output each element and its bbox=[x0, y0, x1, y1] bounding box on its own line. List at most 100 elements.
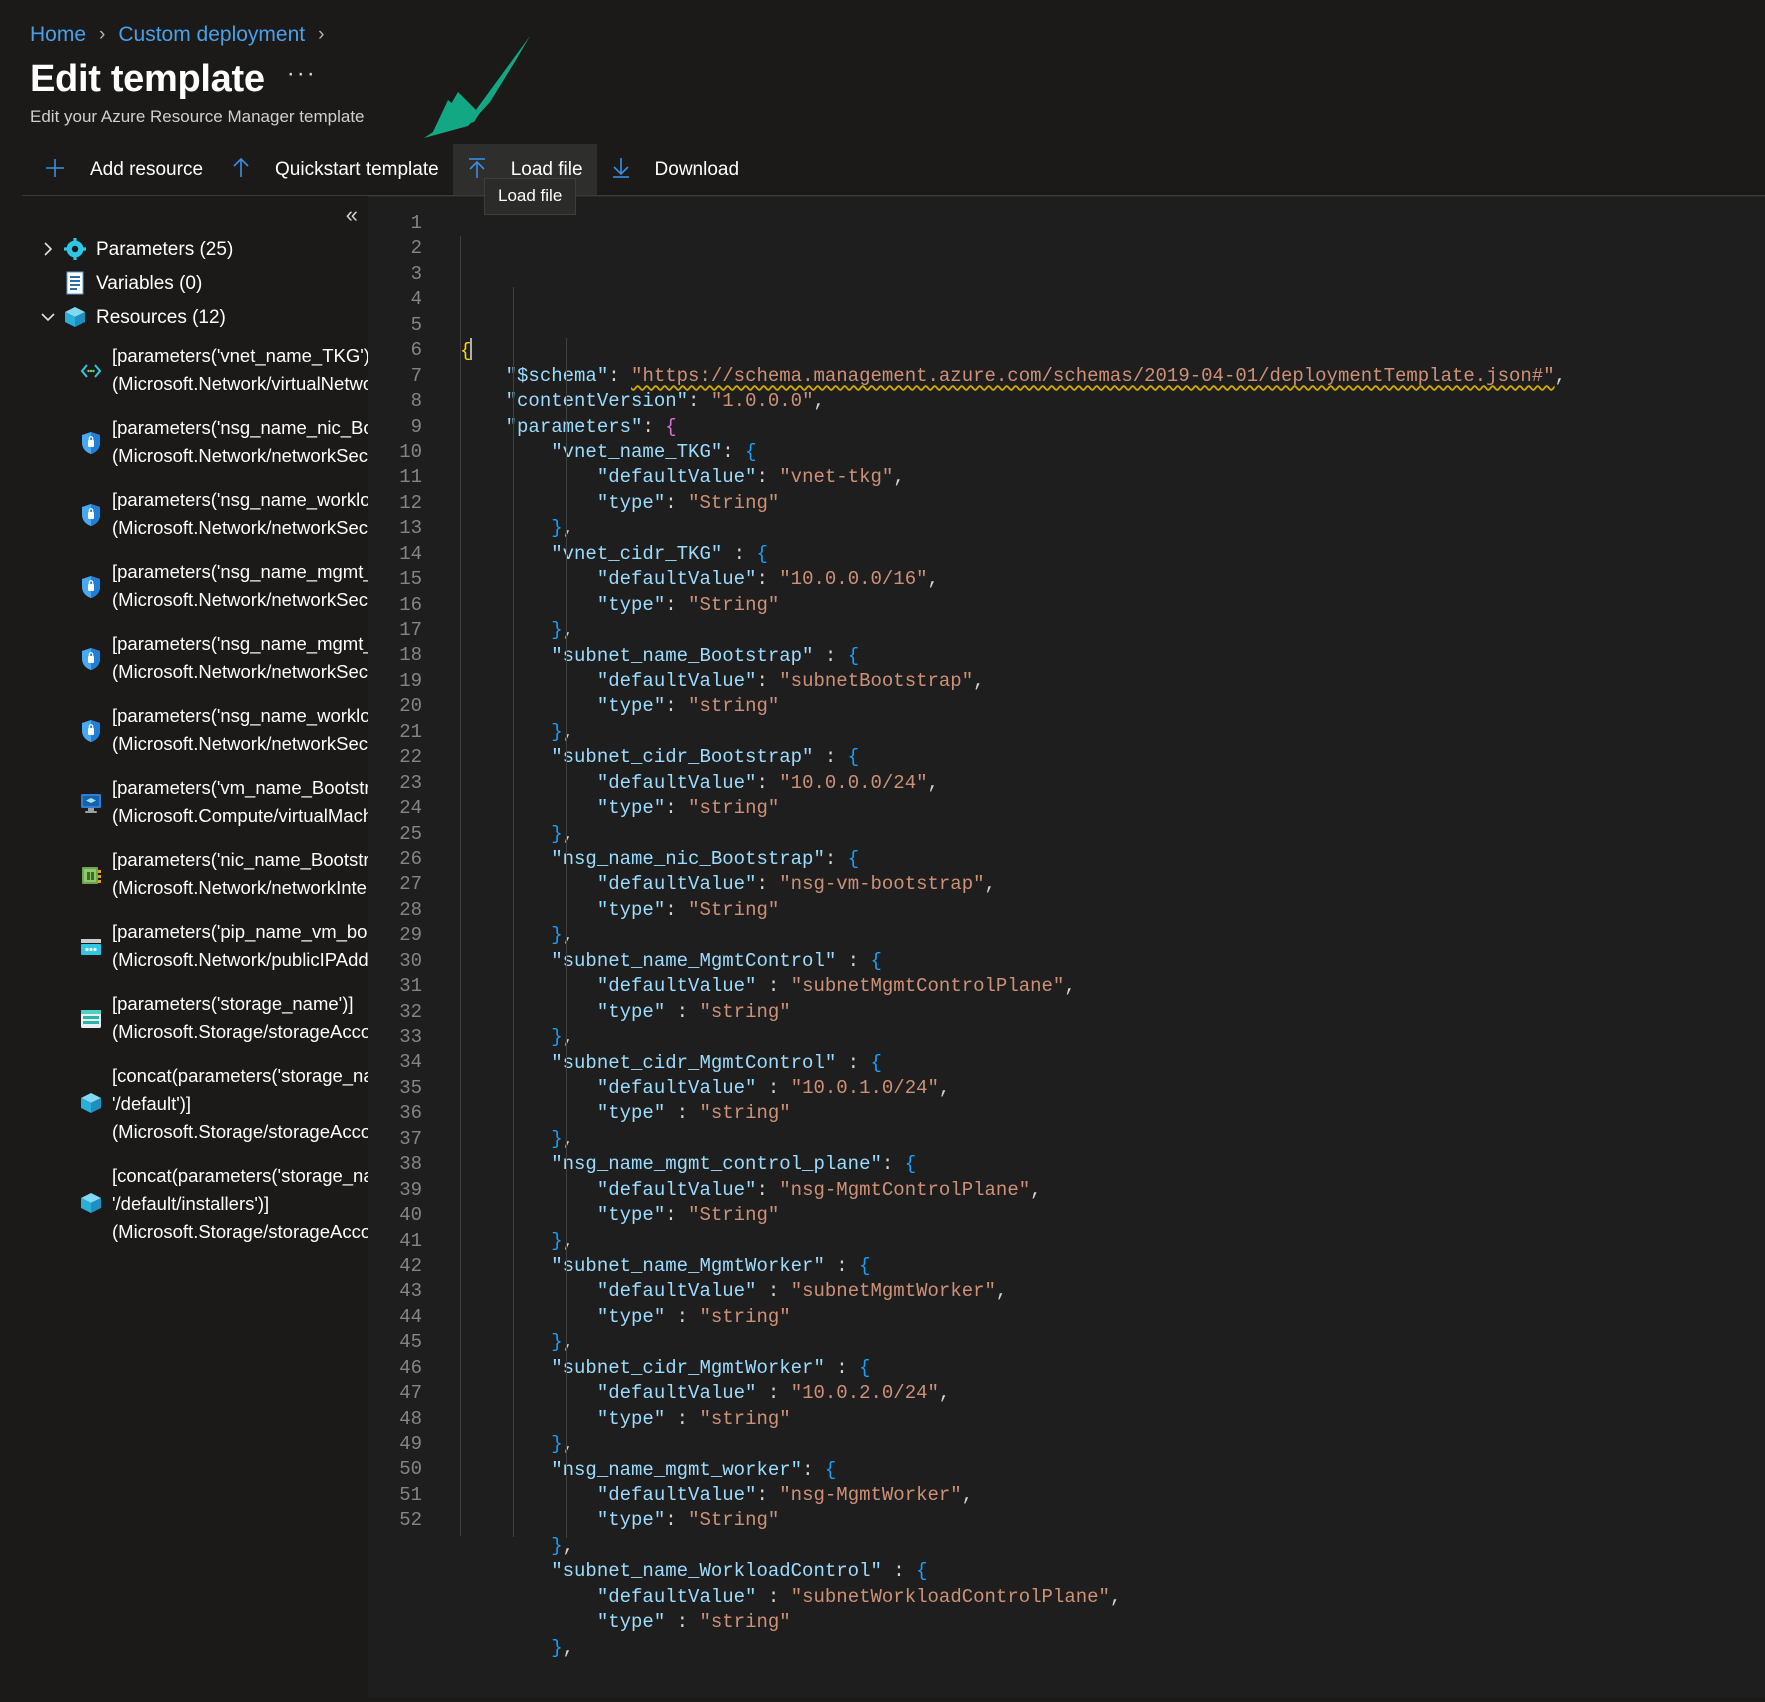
code-line[interactable]: "nsg_name_nic_Bootstrap": { bbox=[460, 847, 1765, 872]
code-line[interactable]: "defaultValue": "vnet-tkg", bbox=[460, 465, 1765, 490]
code-line[interactable]: "subnet_name_MgmtWorker" : { bbox=[460, 1254, 1765, 1279]
resource-tree-item[interactable]: [parameters('pip_name_vm_bootst (Microsof… bbox=[0, 910, 368, 982]
code-token: : bbox=[665, 1407, 700, 1430]
code-line[interactable]: "type" : "string" bbox=[460, 1305, 1765, 1330]
code-line[interactable]: "defaultValue": "nsg-MgmtControlPlane", bbox=[460, 1178, 1765, 1203]
code-line[interactable]: "subnet_name_Bootstrap" : { bbox=[460, 644, 1765, 669]
code-line[interactable]: "subnet_cidr_Bootstrap" : { bbox=[460, 745, 1765, 770]
resource-tree-item[interactable]: [parameters('nsg_name_workload_ (Microsof… bbox=[0, 478, 368, 550]
code-line[interactable]: "type": "String" bbox=[460, 1203, 1765, 1228]
code-line[interactable]: "type": "String" bbox=[460, 898, 1765, 923]
tree-node-resources[interactable]: Resources (12) bbox=[0, 300, 368, 334]
code-token: , bbox=[961, 1483, 974, 1506]
code-line[interactable]: "vnet_cidr_TKG" : { bbox=[460, 542, 1765, 567]
code-line[interactable]: }, bbox=[460, 923, 1765, 948]
resource-tree-item[interactable]: [parameters('nsg_name_mgmt_cor (Microsoft… bbox=[0, 550, 368, 622]
chevron-right-icon[interactable] bbox=[36, 240, 60, 258]
code-editor[interactable]: 1 2 3 4 5 6 7 8 9 10 11 12 13 14 15 16 17 18 19 20 21 22 23 24 2… bbox=[368, 196, 1765, 1698]
code-token: { bbox=[665, 415, 677, 438]
line-number: 42 bbox=[399, 1254, 422, 1277]
tree-node-variables[interactable]: Variables (0) bbox=[0, 266, 368, 300]
code-token: : bbox=[756, 873, 780, 896]
resource-tree-item[interactable]: [parameters('nsg_name_nic_Bootst (Microso… bbox=[0, 406, 368, 478]
code-line[interactable]: "defaultValue": "10.0.0.0/16", bbox=[460, 567, 1765, 592]
resource-tree-item[interactable]: [parameters('vm_name_Bootstrap' (Microsof… bbox=[0, 766, 368, 838]
code-line[interactable]: "vnet_name_TKG": { bbox=[460, 440, 1765, 465]
code-line[interactable]: }, bbox=[460, 1534, 1765, 1559]
code-line[interactable]: }, bbox=[460, 822, 1765, 847]
code-line[interactable]: { bbox=[460, 338, 1765, 363]
code-line[interactable]: "defaultValue" : "10.0.1.0/24", bbox=[460, 1076, 1765, 1101]
download-icon bbox=[611, 156, 643, 184]
code-line[interactable]: "defaultValue" : "subnetWorkloadControlP… bbox=[460, 1585, 1765, 1610]
breadcrumb-item-home[interactable]: Home bbox=[30, 23, 86, 47]
code-line[interactable]: "defaultValue" : "10.0.2.0/24", bbox=[460, 1381, 1765, 1406]
resource-tree-item[interactable]: [parameters('vnet_name_TKG')] (Microsoft.… bbox=[0, 334, 368, 406]
code-line[interactable]: }, bbox=[460, 1330, 1765, 1355]
code-line[interactable]: "defaultValue" : "subnetMgmtControlPlane… bbox=[460, 974, 1765, 999]
code-line[interactable]: "defaultValue": "10.0.0.0/24", bbox=[460, 771, 1765, 796]
code-token: "nsg_name_mgmt_worker" bbox=[551, 1458, 803, 1481]
resource-tree-item[interactable]: [concat(parameters('storage_name '/defaul… bbox=[0, 1054, 368, 1154]
code-line[interactable]: }, bbox=[460, 1025, 1765, 1050]
code-line[interactable]: "defaultValue" : "subnetMgmtWorker", bbox=[460, 1279, 1765, 1304]
resource-tree-item[interactable]: [parameters('nsg_name_mgmt_wo (Microsoft.… bbox=[0, 622, 368, 694]
code-token: "vnet_name_TKG" bbox=[551, 441, 723, 464]
code-token: , bbox=[562, 1229, 575, 1252]
code-line[interactable]: "defaultValue": "nsg-MgmtWorker", bbox=[460, 1483, 1765, 1508]
code-line[interactable]: "parameters": { bbox=[460, 415, 1765, 440]
more-options-icon[interactable]: ··· bbox=[287, 61, 317, 91]
code-line[interactable]: "subnet_name_WorkloadControl" : { bbox=[460, 1559, 1765, 1584]
code-line[interactable]: "subnet_cidr_MgmtWorker" : { bbox=[460, 1356, 1765, 1381]
document-icon bbox=[62, 270, 88, 296]
editor-code-area[interactable]: { "$schema": "https://schema.management.… bbox=[438, 211, 1765, 1661]
code-line[interactable]: "type" : "string" bbox=[460, 1101, 1765, 1126]
code-token: "String" bbox=[688, 1204, 780, 1227]
code-line[interactable]: "type" : "string" bbox=[460, 1610, 1765, 1635]
code-line[interactable]: "type" : "string" bbox=[460, 1000, 1765, 1025]
code-line[interactable]: "type": "String" bbox=[460, 491, 1765, 516]
breadcrumb-item-custom-deployment[interactable]: Custom deployment bbox=[118, 23, 305, 47]
code-token: "type" bbox=[596, 1204, 666, 1227]
code-line[interactable]: }, bbox=[460, 1432, 1765, 1457]
code-line[interactable]: "type": "String" bbox=[460, 1508, 1765, 1533]
code-line[interactable]: "type": "string" bbox=[460, 694, 1765, 719]
resource-tree-item[interactable]: [concat(parameters('storage_name '/defaul… bbox=[0, 1154, 368, 1254]
chevron-down-icon[interactable] bbox=[36, 310, 60, 324]
code-line[interactable]: "nsg_name_mgmt_worker": { bbox=[460, 1458, 1765, 1483]
code-line[interactable]: "subnet_name_MgmtControl" : { bbox=[460, 949, 1765, 974]
code-line[interactable]: "type" : "string" bbox=[460, 1407, 1765, 1432]
code-line[interactable]: }, bbox=[460, 1636, 1765, 1661]
resource-label-line: (Microsoft.Network/networkSecuri bbox=[112, 445, 368, 466]
code-line[interactable]: "defaultValue": "nsg-vm-bootstrap", bbox=[460, 872, 1765, 897]
line-number: 12 bbox=[399, 491, 422, 514]
code-line[interactable]: }, bbox=[460, 516, 1765, 541]
editor-scrollbar[interactable] bbox=[1751, 197, 1765, 1698]
code-line[interactable]: "type": "String" bbox=[460, 593, 1765, 618]
code-line[interactable]: }, bbox=[460, 1127, 1765, 1152]
quickstart-template-button[interactable]: Quickstart template bbox=[217, 144, 453, 196]
code-line[interactable]: }, bbox=[460, 618, 1765, 643]
code-line[interactable]: "$schema": "https://schema.management.az… bbox=[460, 364, 1765, 389]
add-resource-button[interactable]: Add resource bbox=[30, 144, 217, 196]
collapse-panel-icon[interactable]: « bbox=[346, 204, 358, 226]
code-line[interactable]: "subnet_cidr_MgmtControl" : { bbox=[460, 1051, 1765, 1076]
code-line[interactable]: "defaultValue": "subnetBootstrap", bbox=[460, 669, 1765, 694]
resource-tree-item[interactable]: [parameters('nsg_name_workload_ (Microsof… bbox=[0, 694, 368, 766]
code-token: , bbox=[938, 1382, 951, 1405]
code-line[interactable]: }, bbox=[460, 720, 1765, 745]
resource-tree-item[interactable]: [parameters('storage_name')] (Microsoft.S… bbox=[0, 982, 368, 1054]
code-token: "defaultValue" bbox=[596, 669, 757, 692]
line-number: 13 bbox=[399, 517, 422, 540]
line-number: 45 bbox=[399, 1331, 422, 1354]
code-token: { bbox=[916, 1560, 928, 1583]
resource-label-line: '/default')] bbox=[112, 1093, 192, 1114]
code-line[interactable]: "nsg_name_mgmt_control_plane": { bbox=[460, 1152, 1765, 1177]
download-button[interactable]: Download bbox=[597, 144, 754, 196]
code-line[interactable]: "type": "string" bbox=[460, 796, 1765, 821]
resource-tree-item[interactable]: [parameters('nic_name_Bootstrap') (Micros… bbox=[0, 838, 368, 910]
code-line[interactable]: "contentVersion": "1.0.0.0", bbox=[460, 389, 1765, 414]
tree-node-parameters[interactable]: Parameters (25) bbox=[0, 232, 368, 266]
line-number: 3 bbox=[410, 262, 422, 285]
code-line[interactable]: }, bbox=[460, 1229, 1765, 1254]
